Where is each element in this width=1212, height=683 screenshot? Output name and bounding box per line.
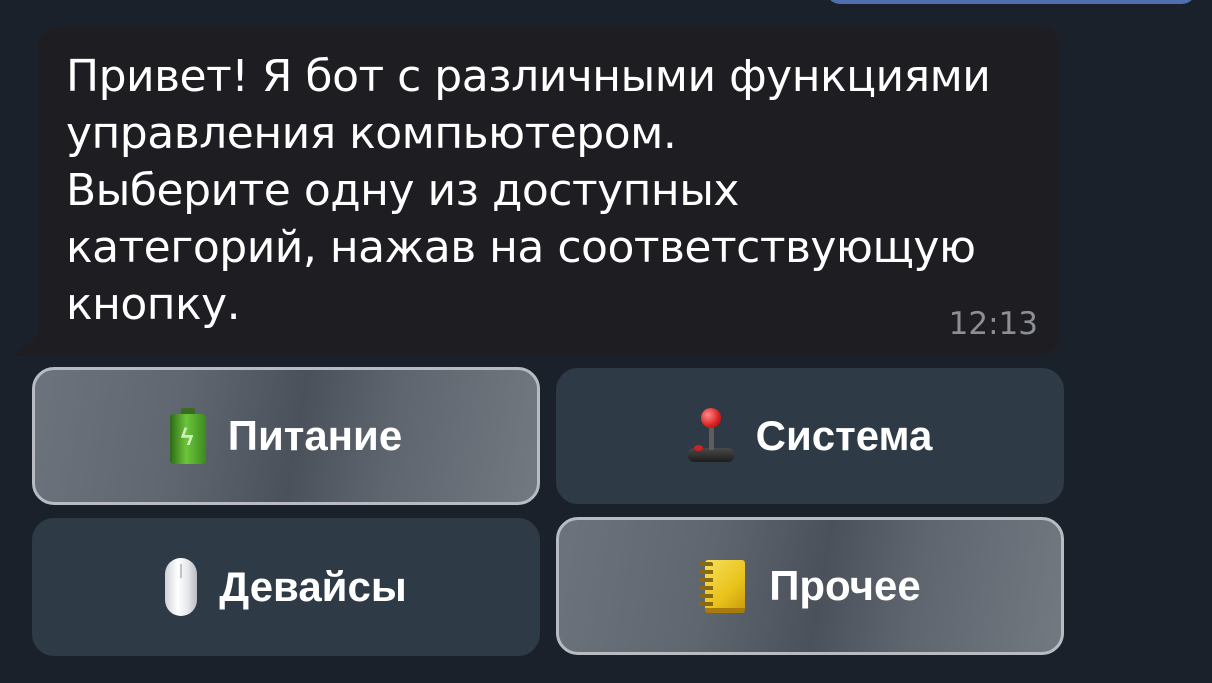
notebook-icon bbox=[699, 558, 747, 614]
keyboard-button-system[interactable]: Система bbox=[556, 368, 1064, 504]
joystick-icon bbox=[687, 408, 734, 464]
outgoing-message-edge bbox=[826, 0, 1196, 4]
keyboard-button-label: Питание bbox=[227, 412, 403, 459]
mouse-icon bbox=[165, 558, 198, 616]
message-timestamp: 12:13 bbox=[948, 306, 1038, 342]
keyboard-button-label: Система bbox=[755, 412, 933, 459]
keyboard-button-devices[interactable]: Девайсы bbox=[32, 518, 540, 656]
keyboard-button-power[interactable]: ϟ Питание bbox=[32, 367, 540, 505]
keyboard-button-label: Девайсы bbox=[219, 563, 407, 610]
message-text: Привет! Я бот с различными функциями упр… bbox=[66, 51, 991, 330]
battery-icon: ϟ bbox=[169, 408, 206, 464]
keyboard-button-label: Прочее bbox=[769, 562, 921, 609]
keyboard-button-other[interactable]: Прочее bbox=[556, 517, 1064, 655]
